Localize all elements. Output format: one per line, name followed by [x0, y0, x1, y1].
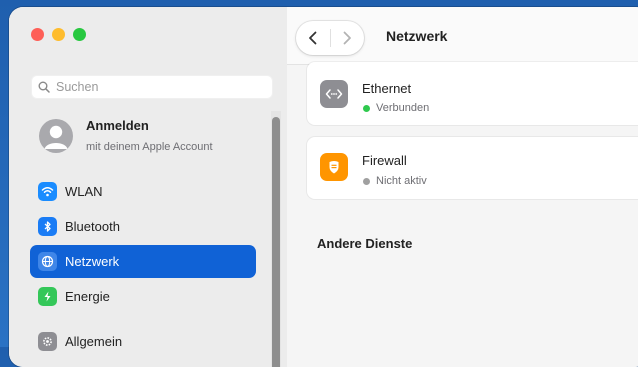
ethernet-icon	[320, 80, 348, 108]
apple-account-signin[interactable]: Anmelden mit deinem Apple Account	[39, 118, 213, 153]
sidebar-item-label: Energie	[65, 289, 110, 304]
back-button[interactable]	[296, 21, 330, 55]
search-input[interactable]	[54, 79, 258, 95]
minimize-window-button[interactable]	[52, 28, 65, 41]
sidebar-item-allgemein[interactable]: Allgemein	[30, 325, 256, 358]
sidebar-scrollbar[interactable]	[271, 111, 281, 367]
service-status: Nicht aktiv	[363, 175, 427, 187]
navigation-buttons	[296, 21, 364, 55]
status-text: Verbunden	[376, 102, 430, 114]
toolbar: Netzwerk	[287, 7, 638, 65]
search-field[interactable]	[31, 75, 273, 99]
status-text: Nicht aktiv	[376, 175, 427, 187]
chevron-right-icon	[343, 31, 352, 45]
globe-icon	[38, 252, 57, 271]
sidebar-item-netzwerk[interactable]: Netzwerk	[30, 245, 256, 278]
bluetooth-icon	[38, 217, 57, 236]
status-dot-gray	[363, 177, 370, 185]
sidebar: Anmelden mit deinem Apple Account WLAN	[9, 7, 287, 367]
zoom-window-button[interactable]	[73, 28, 86, 41]
account-title: Anmelden	[86, 118, 149, 133]
wifi-icon	[38, 182, 57, 201]
sidebar-item-bluetooth[interactable]: Bluetooth	[30, 210, 256, 243]
chevron-left-icon	[308, 31, 317, 45]
forward-button[interactable]	[330, 21, 364, 55]
sidebar-nav: WLAN Bluetooth Netzwerk Energie Allgemei…	[30, 175, 256, 360]
firewall-icon	[320, 153, 348, 181]
service-name: Ethernet	[362, 81, 412, 96]
service-name: Firewall	[362, 153, 407, 168]
avatar	[39, 118, 73, 153]
person-icon	[44, 125, 68, 149]
scrollbar-thumb[interactable]	[272, 117, 280, 367]
gear-icon	[38, 332, 57, 351]
sidebar-item-label: WLAN	[65, 184, 103, 199]
sidebar-item-wlan[interactable]: WLAN	[30, 175, 256, 208]
battery-icon	[38, 287, 57, 306]
main-content: Netzwerk Ethernet Verbunden Firewall Nic…	[287, 7, 638, 367]
service-row-firewall[interactable]: Firewall Nicht aktiv	[307, 137, 638, 199]
sidebar-item-label: Netzwerk	[65, 254, 120, 269]
sidebar-item-energie[interactable]: Energie	[30, 280, 256, 313]
account-subtitle: mit deinem Apple Account	[86, 141, 213, 153]
status-dot-green	[363, 104, 370, 112]
window-controls	[31, 28, 86, 41]
sidebar-item-label: Bluetooth	[65, 219, 120, 234]
section-title-other-services: Andere Dienste	[317, 236, 413, 251]
settings-window: Anmelden mit deinem Apple Account WLAN	[9, 7, 638, 367]
search-icon	[38, 81, 50, 93]
page-title: Netzwerk	[386, 28, 448, 44]
service-row-ethernet[interactable]: Ethernet Verbunden	[307, 62, 638, 125]
close-window-button[interactable]	[31, 28, 44, 41]
service-status: Verbunden	[363, 102, 429, 114]
